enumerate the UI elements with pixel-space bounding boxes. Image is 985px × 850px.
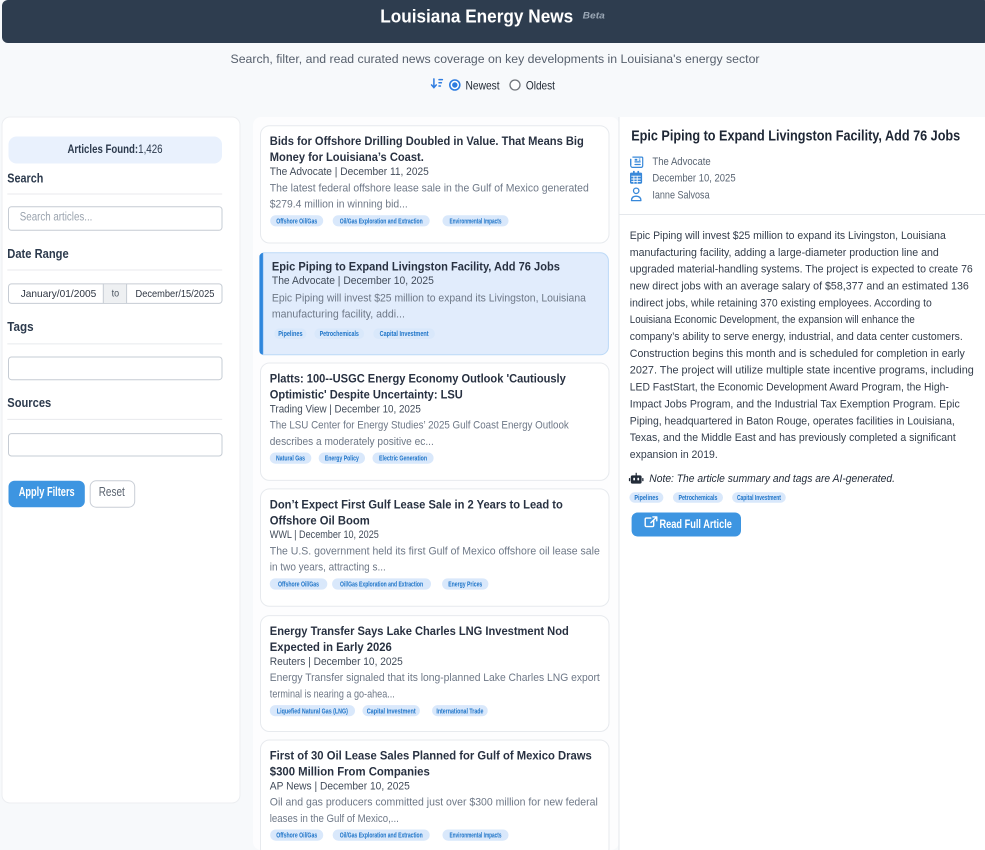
svg-text:in two years, attracting s...: in two years, attracting s...: [270, 562, 386, 574]
svg-text:Petrochemicals: Petrochemicals: [320, 329, 359, 338]
svg-text:leases in the Gulf of Mexico,.: leases in the Gulf of Mexico,...: [270, 813, 399, 825]
svg-text:Capital Investment: Capital Investment: [380, 329, 429, 338]
svg-text:Offshore Oil/Gas: Offshore Oil/Gas: [276, 216, 317, 225]
svg-text:expansion in 2019.: expansion in 2019.: [630, 449, 718, 461]
svg-text:Capital Investment: Capital Investment: [737, 493, 781, 502]
svg-text:Search: Search: [7, 171, 43, 185]
svg-text:Offshore Oil/Gas: Offshore Oil/Gas: [276, 831, 317, 840]
svg-text:manufacturing facility, adding: manufacturing facility, adding a large-d…: [630, 247, 939, 259]
svg-text:Piping, headquartered in Baton: Piping, headquartered in Baton Rouge, op…: [630, 415, 955, 427]
svg-text:Oil/Gas Exploration and Extrac: Oil/Gas Exploration and Extraction: [340, 831, 423, 840]
svg-text:Energy Prices: Energy Prices: [448, 580, 482, 589]
svg-text:AP News | December 10, 2025: AP News | December 10, 2025: [270, 780, 410, 792]
svg-text:Epic Piping will invest $25 mi: Epic Piping will invest $25 million to e…: [630, 230, 947, 242]
svg-text:Natural Gas: Natural Gas: [276, 454, 305, 463]
svg-text:indirect jobs, while retaining: indirect jobs, while retaining 370 exist…: [630, 297, 932, 309]
svg-text:Epic Piping will invest $25 mi: Epic Piping will invest $25 million to e…: [272, 292, 587, 304]
svg-text:Construction begins this month: Construction begins this month and is sc…: [630, 348, 965, 360]
svg-text:The latest federal offshore le: The latest federal offshore lease sale i…: [270, 182, 589, 194]
svg-text:company’s ability to serve ene: company’s ability to serve energy, indus…: [630, 331, 963, 343]
svg-text:Pipelines: Pipelines: [278, 329, 302, 338]
svg-text:upgraded material-handling sys: upgraded material-handling systems. The …: [630, 264, 973, 276]
svg-text:Reuters | December 10, 2025: Reuters | December 10, 2025: [270, 656, 403, 668]
svg-text:Apply Filters: Apply Filters: [19, 485, 75, 499]
svg-text:Pipelines: Pipelines: [634, 493, 658, 502]
svg-text:$300 Million From Companies: $300 Million From Companies: [270, 764, 430, 778]
svg-text:$279.4 million in winning bid.: $279.4 million in winning bid...: [270, 199, 408, 211]
svg-text:The U.S. government held its f: The U.S. government held its first Gulf …: [270, 546, 600, 558]
svg-text:Read Full Article: Read Full Article: [660, 519, 732, 531]
svg-text:Tags: Tags: [7, 320, 33, 334]
svg-text:The Advocate | December 10, 20: The Advocate | December 10, 2025: [272, 275, 434, 287]
svg-text:January/01/2005: January/01/2005: [21, 288, 97, 300]
svg-text:LED FastStart, the Economic De: LED FastStart, the Economic Development …: [630, 382, 949, 394]
svg-text:Environmental Impacts: Environmental Impacts: [450, 216, 502, 225]
svg-text:Epic Piping to Expand Livingst: Epic Piping to Expand Livingston Facilit…: [631, 128, 960, 144]
svg-text:Epic Piping to Expand Livingst: Epic Piping to Expand Livingston Facilit…: [272, 259, 560, 273]
svg-text:Beta: Beta: [583, 11, 606, 22]
svg-text:to: to: [112, 288, 120, 300]
svg-text:Energy Transfer Says Lake Char: Energy Transfer Says Lake Charles LNG In…: [270, 624, 569, 638]
svg-text:International Trade: International Trade: [436, 706, 483, 715]
svg-text:Platts: 100--USGC Energy Econo: Platts: 100--USGC Energy Economy Outlook…: [270, 371, 566, 385]
svg-text:Capital Investment: Capital Investment: [367, 706, 416, 715]
svg-text:Texas, and the Middle East and: Texas, and the Middle East and has previ…: [630, 432, 957, 444]
svg-text:Note: The article summary and: Note: The article summary and tags are A…: [649, 473, 895, 485]
svg-text:Offshore Oil Boom: Offshore Oil Boom: [270, 513, 370, 527]
svg-text:Articles Found:1,426: Articles Found:1,426: [67, 142, 162, 156]
svg-text:Bids for Offshore Drilling Dou: Bids for Offshore Drilling Doubled in Va…: [270, 134, 584, 148]
svg-text:describes a moderately positiv: describes a moderately positive ec...: [270, 436, 434, 448]
svg-text:new direct jobs with an averag: new direct jobs with an average salary o…: [630, 280, 969, 292]
svg-text:The LSU Center for Energy Stud: The LSU Center for Energy Studies’ 2025 …: [270, 420, 569, 432]
svg-text:Liquefied Natural Gas (LNG): Liquefied Natural Gas (LNG): [277, 706, 348, 715]
svg-text:Don’t Expect First Gulf Lease: Don’t Expect First Gulf Lease Sale in 2 …: [270, 497, 563, 511]
svg-text:Environmental Impacts: Environmental Impacts: [450, 831, 502, 840]
svg-text:Newest: Newest: [466, 78, 501, 92]
svg-text:Optimistic' Despite Uncertaint: Optimistic' Despite Uncertainty: LSU: [270, 387, 463, 401]
svg-text:December/15/2025: December/15/2025: [136, 288, 215, 300]
svg-text:manufacturing facility, addi..: manufacturing facility, addi...: [272, 309, 405, 321]
svg-text:Louisiana Economic Development: Louisiana Economic Development, the expa…: [630, 314, 915, 326]
svg-text:Oil and gas producers committe: Oil and gas producers committed just ove…: [270, 797, 598, 809]
svg-text:Oldest: Oldest: [526, 78, 556, 92]
svg-text:Louisiana Energy News: Louisiana Energy News: [380, 6, 573, 26]
svg-text:Ianne Salvosa: Ianne Salvosa: [652, 189, 710, 201]
svg-text:Oil/Gas Exploration and Extrac: Oil/Gas Exploration and Extraction: [340, 216, 423, 225]
svg-text:The Advocate: The Advocate: [652, 156, 710, 168]
svg-text:The Advocate | December 11, 20: The Advocate | December 11, 2025: [270, 166, 429, 178]
svg-text:December 10, 2025: December 10, 2025: [652, 173, 735, 185]
svg-text:WWL | December 10, 2025: WWL | December 10, 2025: [270, 529, 379, 541]
svg-text:Petrochemicals: Petrochemicals: [678, 493, 717, 502]
svg-text:Date Range: Date Range: [7, 247, 68, 261]
svg-text:Sources: Sources: [7, 396, 51, 410]
svg-text:Trading View | December 10, 20: Trading View | December 10, 2025: [270, 403, 421, 415]
svg-text:Oil/Gas Exploration and Extrac: Oil/Gas Exploration and Extraction: [340, 580, 423, 589]
svg-text:Search, filter, and read curat: Search, filter, and read curated news co…: [231, 52, 760, 66]
svg-text:Money for Louisiana’s Coast.: Money for Louisiana’s Coast.: [270, 150, 424, 164]
svg-text:Energy Policy: Energy Policy: [325, 454, 360, 463]
svg-text:Energy Transfer signaled that: Energy Transfer signaled that its long-p…: [270, 672, 601, 684]
svg-text:Impact Jobs Program, and the I: Impact Jobs Program, and the Industrial …: [630, 398, 960, 410]
svg-text:Expected in Early 2026: Expected in Early 2026: [270, 640, 392, 654]
svg-text:Search articles...: Search articles...: [20, 210, 93, 224]
svg-text:Offshore Oil/Gas: Offshore Oil/Gas: [278, 580, 319, 589]
svg-text:2027. The project will utilize: 2027. The project will utilize multiple …: [630, 365, 974, 377]
svg-text:Electric Generation: Electric Generation: [379, 454, 427, 463]
svg-text:terminal is nearing a go-ahea.: terminal is nearing a go-ahea...: [270, 688, 395, 700]
svg-text:First of 30 Oil Lease Sales Pl: First of 30 Oil Lease Sales Planned for …: [270, 748, 592, 762]
svg-text:Reset: Reset: [99, 485, 126, 499]
